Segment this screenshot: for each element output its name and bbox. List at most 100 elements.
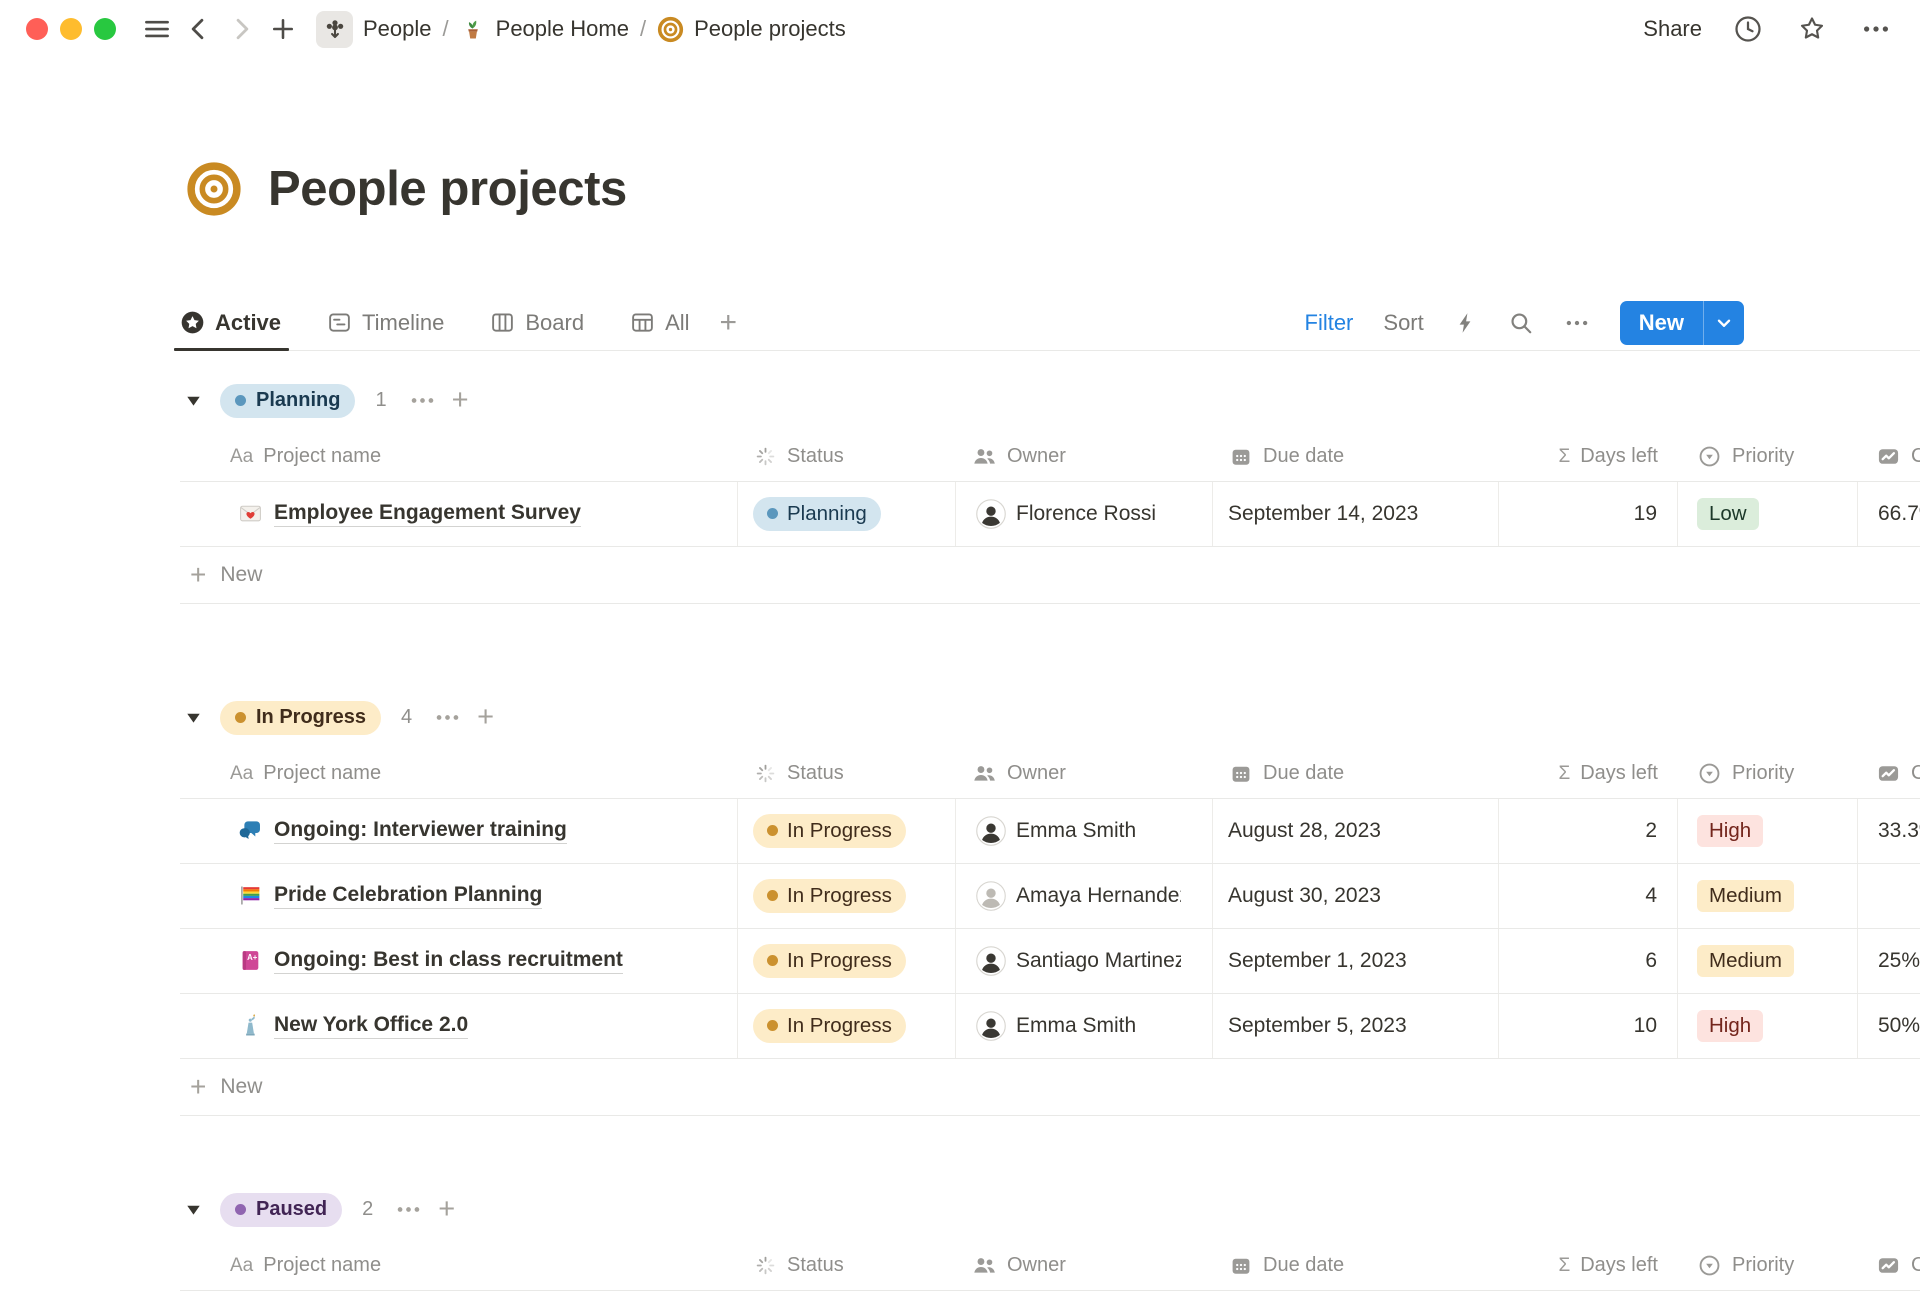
tab-board[interactable]: Board	[490, 296, 584, 350]
view-more-button[interactable]	[1564, 310, 1590, 336]
status-cell[interactable]: In Progress	[738, 864, 956, 928]
new-record-button[interactable]: New	[1620, 301, 1744, 345]
column-status[interactable]: Status	[738, 433, 956, 481]
collapse-toggle-icon[interactable]	[186, 711, 201, 724]
group-status-pill[interactable]: Paused	[220, 1193, 342, 1227]
sort-button[interactable]: Sort	[1383, 310, 1423, 336]
group-more-button[interactable]	[434, 704, 461, 731]
table-row[interactable]: Employee Engagement Survey Planning Flor…	[180, 482, 1920, 547]
column-due-date[interactable]: Due date	[1213, 750, 1499, 798]
forward-button[interactable]	[223, 11, 259, 47]
project-name-link[interactable]: Ongoing: Interviewer training	[274, 818, 567, 844]
column-due-date[interactable]: Due date	[1213, 433, 1499, 481]
owner-cell[interactable]: Emma Smith	[956, 994, 1213, 1058]
project-name-link[interactable]: Employee Engagement Survey	[274, 501, 581, 527]
owner-cell[interactable]: Florence Rossi	[956, 482, 1213, 546]
priority-pill[interactable]: High	[1697, 815, 1763, 847]
owner-cell[interactable]: Amaya Hernandez	[956, 864, 1213, 928]
tab-active[interactable]: Active	[180, 296, 281, 350]
group-status-pill[interactable]: In Progress	[220, 701, 381, 735]
owner-cell[interactable]: Santiago Martinez	[956, 929, 1213, 993]
group-more-button[interactable]	[395, 1196, 422, 1223]
group-add-button[interactable]: +	[452, 386, 469, 415]
new-record-dropdown[interactable]	[1703, 301, 1744, 345]
collapse-toggle-icon[interactable]	[186, 394, 201, 407]
column-priority[interactable]: Priority	[1678, 433, 1858, 481]
table-row[interactable]: New York Office 2.0 In Progress Emma Smi…	[180, 994, 1920, 1059]
status-cell[interactable]: In Progress	[738, 994, 956, 1058]
new-row-button[interactable]: + New	[180, 1059, 1920, 1116]
column-project-name[interactable]: AaProject name	[180, 1242, 738, 1290]
column-project-name[interactable]: AaProject name	[180, 750, 738, 798]
column-days-left[interactable]: ΣDays left	[1499, 750, 1678, 798]
due-date-cell[interactable]: September 5, 2023	[1213, 994, 1499, 1058]
favorite-button[interactable]	[1794, 11, 1830, 47]
table-row[interactable]: A+ Ongoing: Best in class recruitment In…	[180, 929, 1920, 994]
group-add-button[interactable]: +	[477, 703, 494, 732]
column-owner[interactable]: Owner	[956, 750, 1213, 798]
column-project-name[interactable]: AaProject name	[180, 433, 738, 481]
minimize-button[interactable]	[60, 18, 82, 40]
priority-pill[interactable]: High	[1697, 1010, 1763, 1042]
collapse-toggle-icon[interactable]	[186, 1203, 201, 1216]
page-bullseye-icon[interactable]	[186, 161, 242, 217]
priority-cell[interactable]: Medium	[1678, 929, 1858, 993]
new-record-label[interactable]: New	[1620, 301, 1703, 345]
due-date-cell[interactable]: August 28, 2023	[1213, 799, 1499, 863]
project-cell[interactable]: New York Office 2.0	[180, 994, 738, 1058]
project-name-link[interactable]: Pride Celebration Planning	[274, 883, 542, 909]
due-date-cell[interactable]: September 14, 2023	[1213, 482, 1499, 546]
project-cell[interactable]: Pride Celebration Planning	[180, 864, 738, 928]
column-status[interactable]: Status	[738, 1242, 956, 1290]
priority-pill[interactable]: Medium	[1697, 945, 1794, 977]
group-status-pill[interactable]: Planning	[220, 384, 355, 418]
due-date-cell[interactable]: August 30, 2023	[1213, 864, 1499, 928]
new-row-button[interactable]: + New	[180, 547, 1920, 604]
updates-button[interactable]	[1730, 11, 1766, 47]
add-view-button[interactable]: +	[720, 308, 738, 338]
project-cell[interactable]: A+ Ongoing: Best in class recruitment	[180, 929, 738, 993]
filter-button[interactable]: Filter	[1305, 310, 1354, 336]
project-name-link[interactable]: Ongoing: Best in class recruitment	[274, 948, 623, 974]
breadcrumb-people-projects[interactable]: People projects	[657, 16, 846, 43]
due-date-cell[interactable]: September 1, 2023	[1213, 929, 1499, 993]
project-cell[interactable]: Ongoing: Interviewer training	[180, 799, 738, 863]
priority-cell[interactable]: High	[1678, 994, 1858, 1058]
automation-button[interactable]	[1454, 311, 1478, 335]
priority-cell[interactable]: High	[1678, 799, 1858, 863]
column-days-left[interactable]: ΣDays left	[1499, 1242, 1678, 1290]
project-name-link[interactable]: New York Office 2.0	[274, 1013, 468, 1039]
close-button[interactable]	[26, 18, 48, 40]
tab-timeline[interactable]: Timeline	[327, 296, 444, 350]
column-owner[interactable]: Owner	[956, 1242, 1213, 1290]
tab-all[interactable]: All	[630, 296, 689, 350]
more-options-button[interactable]	[1858, 11, 1894, 47]
breadcrumb-workspace[interactable]: People	[316, 11, 432, 48]
table-row[interactable]: Pride Celebration Planning In Progress A…	[180, 864, 1920, 929]
priority-cell[interactable]: Medium	[1678, 864, 1858, 928]
priority-pill[interactable]: Medium	[1697, 880, 1794, 912]
column-priority[interactable]: Priority	[1678, 1242, 1858, 1290]
column-days-left[interactable]: ΣDays left	[1499, 433, 1678, 481]
column-completion[interactable]: C	[1858, 1242, 1920, 1290]
zoom-button[interactable]	[94, 18, 116, 40]
priority-cell[interactable]: Low	[1678, 482, 1858, 546]
status-cell[interactable]: Planning	[738, 482, 956, 546]
status-cell[interactable]: In Progress	[738, 929, 956, 993]
column-completion[interactable]: C	[1858, 433, 1920, 481]
breadcrumb-people-home[interactable]: People Home	[460, 16, 629, 42]
group-more-button[interactable]	[409, 387, 436, 414]
status-cell[interactable]: In Progress	[738, 799, 956, 863]
column-priority[interactable]: Priority	[1678, 750, 1858, 798]
back-button[interactable]	[181, 11, 217, 47]
priority-pill[interactable]: Low	[1697, 498, 1759, 530]
owner-cell[interactable]: Emma Smith	[956, 799, 1213, 863]
column-due-date[interactable]: Due date	[1213, 1242, 1499, 1290]
new-tab-button[interactable]	[265, 11, 301, 47]
project-cell[interactable]: Employee Engagement Survey	[180, 482, 738, 546]
share-button[interactable]: Share	[1643, 16, 1702, 42]
sidebar-menu-button[interactable]	[139, 11, 175, 47]
search-button[interactable]	[1508, 310, 1534, 336]
table-row[interactable]: Ongoing: Interviewer training In Progres…	[180, 799, 1920, 864]
column-completion[interactable]: C	[1858, 750, 1920, 798]
